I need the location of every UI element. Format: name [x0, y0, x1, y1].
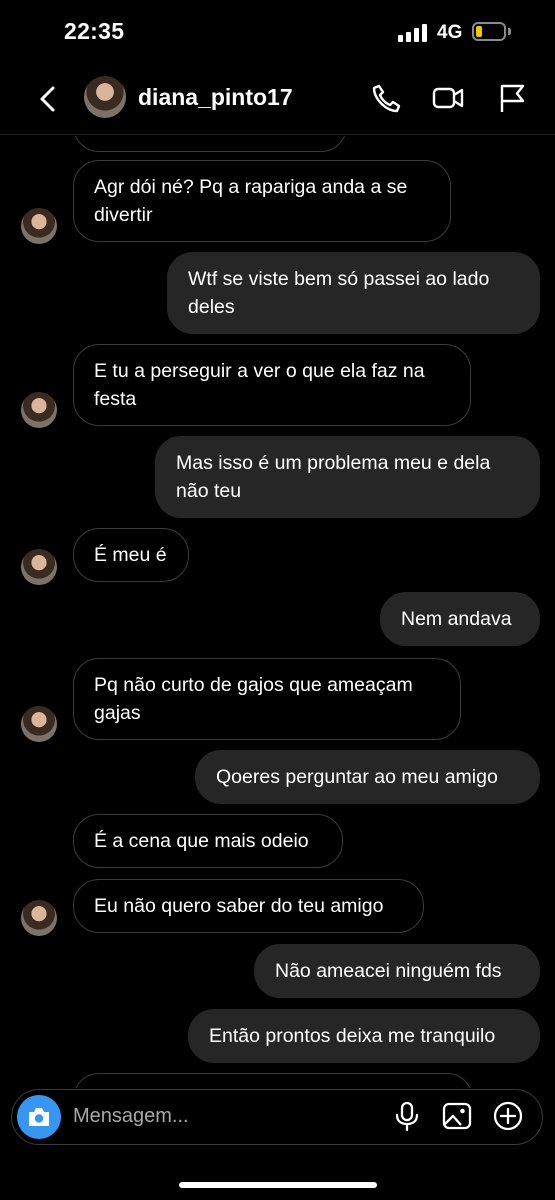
signal-icon: [398, 24, 427, 42]
back-chevron-icon[interactable]: [34, 84, 64, 114]
message-bubble-partial: [73, 136, 347, 152]
incoming-message[interactable]: É a cena que mais odeio: [73, 814, 343, 868]
incoming-message[interactable]: Agr dói né? Pq a rapariga anda a se dive…: [73, 160, 451, 242]
outgoing-message[interactable]: Mas isso é um problema meu e dela não te…: [155, 436, 540, 518]
outgoing-message[interactable]: Não ameacei ninguém fds: [254, 944, 540, 998]
sender-avatar: [21, 706, 57, 742]
battery-cap: [508, 28, 511, 35]
chat-username[interactable]: diana_pinto17: [138, 84, 293, 111]
header-divider: [0, 134, 555, 135]
sender-avatar: [21, 392, 57, 428]
microphone-icon[interactable]: [391, 1100, 423, 1132]
camera-icon: [29, 1108, 49, 1126]
message-input[interactable]: Mensagem...: [73, 1105, 189, 1128]
incoming-message[interactable]: Pq não curto de gajos que ameaçam gajas: [73, 658, 461, 740]
video-camera-icon[interactable]: [432, 82, 464, 114]
plus-circle-icon[interactable]: [492, 1100, 524, 1132]
incoming-message[interactable]: E tu a perseguir a ver o que ela faz na …: [73, 344, 471, 426]
status-time: 22:35: [64, 18, 125, 44]
incoming-message[interactable]: É meu é: [73, 528, 189, 582]
network-type: 4G: [437, 22, 463, 43]
outgoing-message[interactable]: Nem andava: [380, 592, 540, 646]
message-list[interactable]: Agr dói né? Pq a rapariga anda a se dive…: [0, 136, 555, 1088]
header-avatar[interactable]: [84, 76, 126, 118]
outgoing-message[interactable]: Qoeres perguntar ao meu amigo: [195, 750, 540, 804]
incoming-message[interactable]: Eu não quero saber do teu amigo: [73, 879, 424, 933]
battery-icon: [472, 22, 506, 41]
flag-icon[interactable]: [496, 82, 528, 114]
sender-avatar: [21, 549, 57, 585]
outgoing-message[interactable]: Então prontos deixa me tranquilo: [188, 1009, 540, 1063]
phone-icon[interactable]: [370, 82, 402, 114]
message-bubble-partial: [73, 1073, 473, 1088]
camera-button[interactable]: [17, 1095, 61, 1139]
home-indicator: [179, 1182, 377, 1188]
sender-avatar: [21, 900, 57, 936]
outgoing-message[interactable]: Wtf se viste bem só passei ao lado deles: [167, 252, 540, 334]
sender-avatar: [21, 208, 57, 244]
image-icon[interactable]: [441, 1100, 473, 1132]
